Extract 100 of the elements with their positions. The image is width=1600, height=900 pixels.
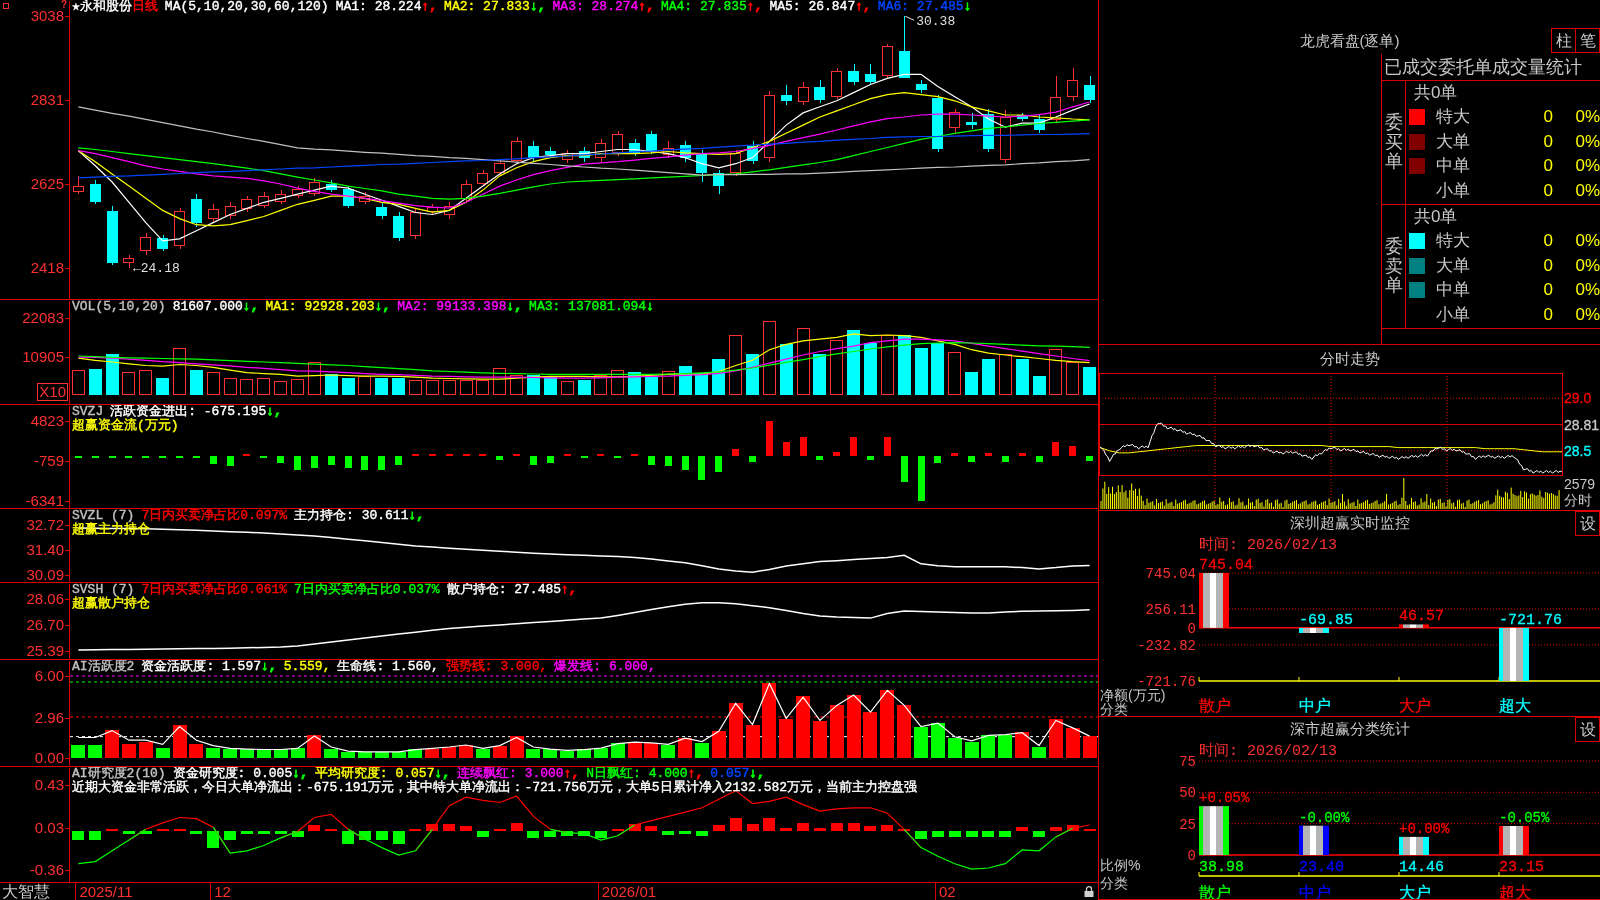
- price-annotation: ←24.18: [133, 261, 180, 277]
- price-annotation: 30.38: [916, 14, 956, 30]
- order-count: 0: [1542, 280, 1553, 301]
- axis-label: 2579: [1563, 476, 1597, 492]
- value-label: 745.04: [1199, 557, 1253, 574]
- legend-text: MA2: 27.833: [444, 0, 530, 14]
- value-label: 23.15: [1499, 859, 1544, 876]
- order-type-label: 特大: [1436, 231, 1471, 252]
- panel-title: 龙虎看盘(逐单): [1299, 32, 1400, 50]
- trend-arrow: ↓: [646, 300, 654, 314]
- order-type-label: 中单: [1436, 280, 1471, 301]
- axis-label: 0: [1187, 620, 1196, 637]
- legend-text: SVZL (7): [72, 509, 135, 523]
- axis-label: 32.72: [26, 517, 64, 532]
- unit-label: X10: [37, 383, 68, 401]
- axis-label: 75: [1179, 754, 1196, 770]
- trend-arrow: ↑,: [561, 583, 577, 597]
- date-label: 12: [210, 883, 231, 900]
- value-label: 14.46: [1399, 859, 1444, 876]
- legend-text: 7日内买卖净占比0.037%: [294, 583, 440, 597]
- order-count: 0: [1542, 156, 1553, 177]
- axis-title: 分类: [1100, 701, 1128, 716]
- legend-text: 生命线: 1.560,: [337, 660, 439, 674]
- legend-text: 爆发线: 6.000,: [554, 660, 656, 674]
- axis-label: 26.70: [26, 618, 64, 633]
- legend-text: 日线: [131, 0, 158, 14]
- axis-label: 0: [1187, 848, 1196, 864]
- order-share: 0%: [1574, 156, 1600, 177]
- axis-label: 25: [1179, 816, 1196, 833]
- legend-text: MA6: 27.485: [877, 0, 964, 14]
- axis-label: 2831: [30, 93, 64, 108]
- trend-arrow: ↓,: [529, 0, 546, 14]
- axis-label: 29.0: [1564, 390, 1592, 406]
- order-type-label: 特大: [1436, 107, 1471, 128]
- trend-arrow: ↓,: [374, 300, 391, 314]
- panel-title: 分时走势: [1319, 350, 1380, 368]
- order-share: 0%: [1574, 304, 1600, 325]
- category-label: 中户: [1299, 697, 1331, 714]
- date-label: 02: [934, 883, 956, 900]
- axis-label: 10905: [22, 350, 64, 365]
- category-label: 散户: [1199, 697, 1231, 714]
- table-title: 已成交委托单成交量统计: [1382, 54, 1600, 81]
- legend-text: MA3: 137081.094: [529, 300, 647, 314]
- order-share: 0%: [1574, 280, 1600, 301]
- axis-label: 6.00: [34, 668, 64, 683]
- trend-arrow: ↑,: [563, 767, 580, 781]
- trend-arrow: ↑,: [421, 0, 438, 14]
- date-label: 2026/01: [597, 883, 657, 900]
- axis-title: 净额(万元): [1100, 687, 1166, 703]
- order-count: 0: [1542, 107, 1553, 128]
- order-type-label: 小单: [1436, 304, 1471, 325]
- order-total: 共0单: [1413, 206, 1459, 228]
- axis-label: 31.40: [26, 543, 64, 558]
- trend-arrow: ↓,: [266, 405, 282, 419]
- side-label: 委买单: [1384, 112, 1403, 173]
- legend-text: 活跃资金进出: -675.195: [110, 405, 267, 419]
- axis-label: 256.11: [1145, 602, 1196, 618]
- change-label: -0.05%: [1499, 810, 1550, 826]
- axis-label: 28.5: [1564, 443, 1592, 459]
- trend-arrow: ↓: [963, 0, 972, 14]
- timestamp-text: 时间: 2026/02/13: [1199, 537, 1338, 554]
- axis-label: -232.82: [1137, 638, 1196, 654]
- panel-title: 深市超赢分类统计: [1289, 720, 1410, 738]
- axis-label: 3038: [30, 9, 64, 24]
- legend-text: MA1: 92928.203: [265, 300, 375, 314]
- order-type-label: 小单: [1436, 180, 1471, 201]
- value-label: 23.40: [1299, 859, 1344, 876]
- trend-arrow: ↑,: [855, 0, 871, 14]
- axis-label: 22083: [22, 310, 64, 325]
- axis-label: 2625: [30, 177, 64, 192]
- legend-text: N日飘红: 4.000: [586, 767, 688, 781]
- order-share: 0%: [1574, 131, 1600, 152]
- axis-label: -6341: [25, 494, 64, 508]
- legend-text: MA1: 28.224: [335, 0, 422, 14]
- timestamp-text: 时间: 2026/02/13: [1199, 743, 1338, 760]
- axis-title: 比例%: [1100, 857, 1141, 873]
- value-label: 38.98: [1199, 859, 1244, 876]
- legend-text: VOL(5,10,20): [72, 300, 166, 314]
- category-label: 大户: [1399, 697, 1431, 714]
- legend-text: 7日内买卖净占比0.097%: [141, 509, 288, 523]
- axis-label: 0.03: [34, 821, 64, 836]
- order-count: 0: [1542, 304, 1553, 325]
- axis-label: -721.76: [1137, 674, 1196, 690]
- axis-label: 0.43: [34, 778, 64, 793]
- value-label: -69.85: [1299, 611, 1353, 629]
- axis-label: -759: [33, 454, 64, 469]
- order-type-label: 中单: [1436, 156, 1471, 177]
- order-count: 0: [1542, 131, 1553, 152]
- order-share: 0%: [1574, 231, 1600, 252]
- legend-text: SVSH (7): [72, 583, 135, 597]
- value-label: 46.57: [1399, 608, 1444, 626]
- trend-arrow: ↑,: [638, 0, 654, 14]
- order-share: 0%: [1574, 180, 1600, 201]
- legend-text: MA3: 28.274: [552, 0, 639, 14]
- trend-arrow: ↓,: [261, 660, 277, 674]
- order-share: 0%: [1574, 255, 1600, 276]
- order-count: 0: [1542, 180, 1553, 201]
- legend-text: 7日内买卖净占比0.061%: [141, 583, 288, 597]
- axis-label: 28.06: [26, 591, 64, 606]
- order-total: 共0单: [1413, 82, 1459, 104]
